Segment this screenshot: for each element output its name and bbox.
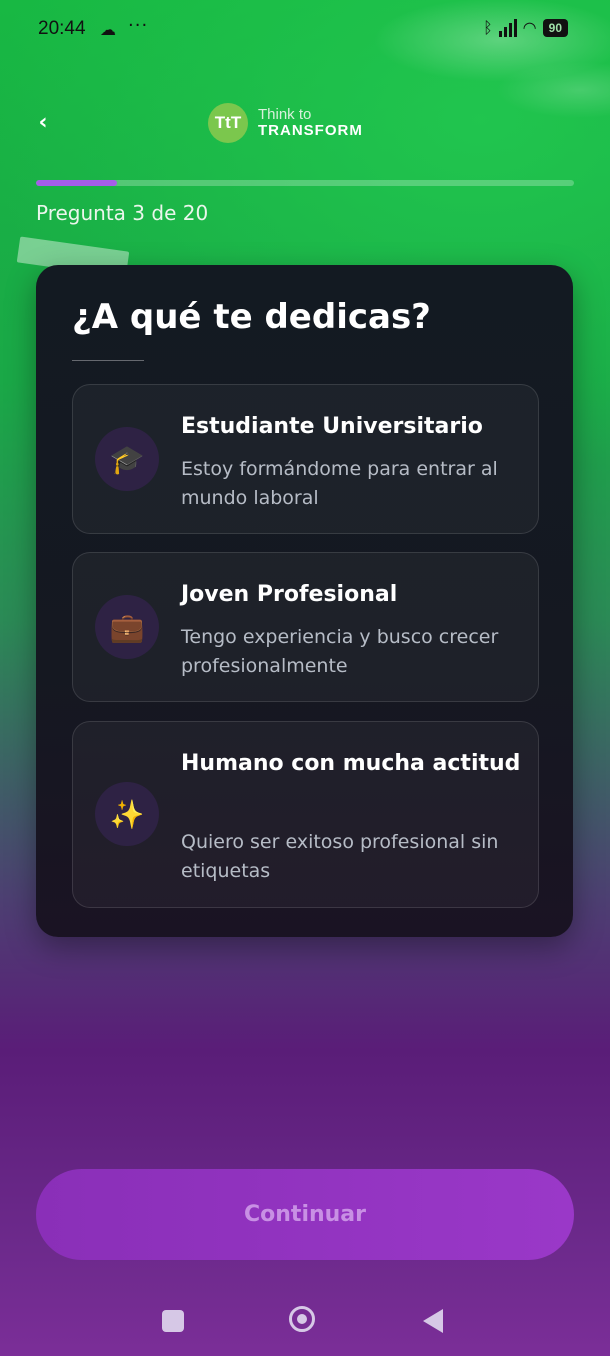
home-button[interactable] xyxy=(289,1306,315,1332)
option-description: Quiero ser exitoso profesional sin etiqu… xyxy=(181,831,499,882)
graduation-cap-icon: 🎓 xyxy=(95,427,159,491)
sparkles-icon: ✨ xyxy=(95,782,159,846)
logo-line2: TRANSFORM xyxy=(258,122,363,139)
system-navigation-bar xyxy=(0,1290,610,1350)
option-joven-profesional[interactable]: 💼 Joven Profesional Tengo experiencia y … xyxy=(72,552,539,702)
option-description: Estoy formándome para entrar al mundo la… xyxy=(181,458,498,509)
app-logo: TtT Think to TRANSFORM xyxy=(208,103,363,143)
option-estudiante[interactable]: 🎓 Estudiante Universitario Estoy formánd… xyxy=(72,384,539,534)
status-time: 20:44 xyxy=(38,18,86,39)
logo-line1: Think to xyxy=(258,106,312,124)
signal-icon xyxy=(498,18,517,37)
system-back-button[interactable] xyxy=(423,1309,443,1333)
logo-mark: TtT xyxy=(208,103,248,143)
option-description: Tengo experiencia y busco crecer profesi… xyxy=(181,626,499,677)
option-title: Joven Profesional xyxy=(181,582,398,607)
recent-apps-button[interactable] xyxy=(162,1310,184,1332)
briefcase-icon: 💼 xyxy=(95,595,159,659)
logo-text: Think to TRANSFORM xyxy=(258,107,363,139)
status-indicators: ᛒ ◠ 90 xyxy=(483,18,568,37)
continue-button[interactable]: Continuar xyxy=(36,1169,574,1260)
question-title: ¿A qué te dedicas? xyxy=(72,297,431,337)
option-humano-actitud[interactable]: ✨ Humano con mucha actitud Quiero ser ex… xyxy=(72,721,539,908)
question-counter: Pregunta 3 de 20 xyxy=(36,201,209,225)
option-title: Humano con mucha actitud xyxy=(181,751,521,776)
progress-bar xyxy=(36,180,574,186)
back-button[interactable]: ‹ xyxy=(30,108,56,136)
question-card: ¿A qué te dedicas? 🎓 Estudiante Universi… xyxy=(36,265,573,937)
option-title: Estudiante Universitario xyxy=(181,414,483,439)
title-divider xyxy=(72,360,144,361)
bluetooth-icon: ᛒ xyxy=(483,18,493,37)
wifi-icon: ◠ xyxy=(522,18,537,37)
cloud-icon: ☁ xyxy=(100,20,116,39)
chevron-left-icon: ‹ xyxy=(38,109,48,135)
battery-icon: 90 xyxy=(542,18,568,37)
status-bar: 20:44 ☁ ··· ᛒ ◠ 90 xyxy=(0,0,610,60)
status-more-dots: ··· xyxy=(128,15,149,36)
progress-fill xyxy=(36,180,117,186)
